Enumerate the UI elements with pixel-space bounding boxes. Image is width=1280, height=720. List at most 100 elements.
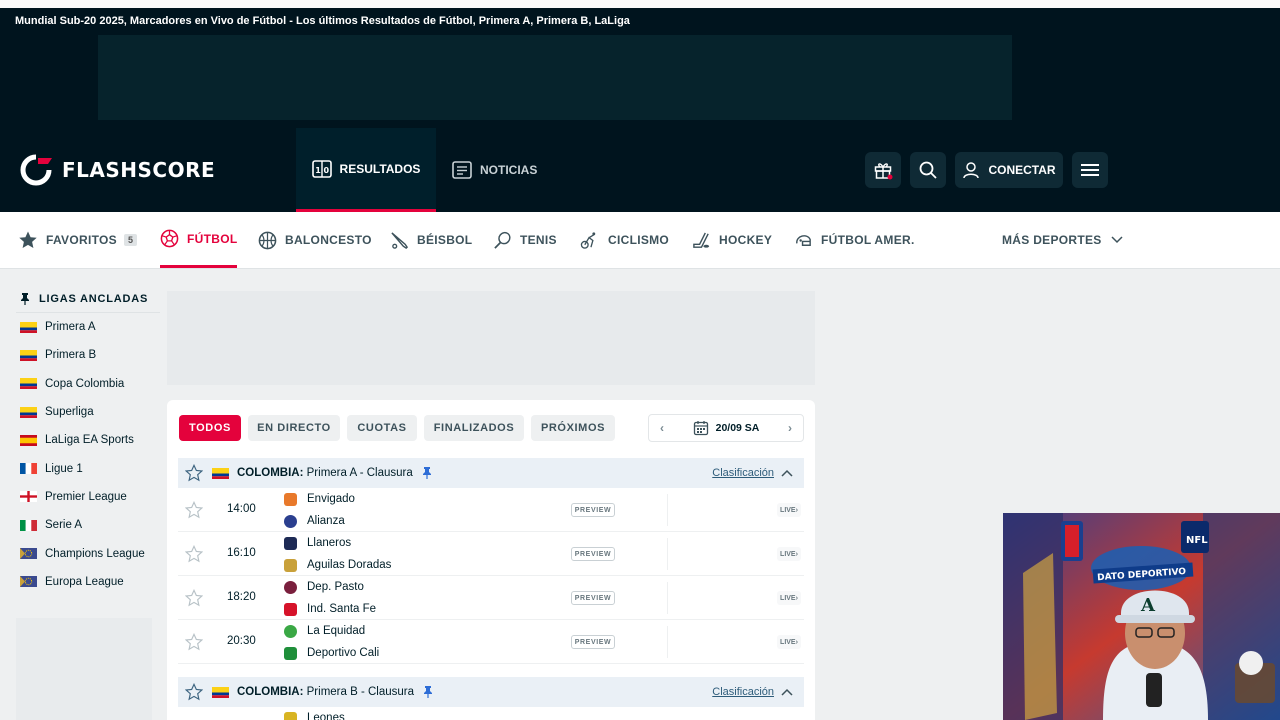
- home-team: Envigado: [284, 490, 355, 508]
- sport-baloncesto-label: BALONCESTO: [285, 233, 372, 247]
- divider: [667, 626, 668, 658]
- sport-hockey[interactable]: HOCKEY: [692, 212, 772, 268]
- tab-resultados[interactable]: 1 0 RESULTADOS: [296, 128, 436, 212]
- filter-proximos[interactable]: PRÓXIMOS: [531, 415, 615, 441]
- sidebar-league-premier-league[interactable]: Premier League: [16, 483, 160, 511]
- site-header: FLASHSCORE 1 0 RESULTADOS NOTICIAS CONEC…: [0, 128, 1280, 212]
- sport-tenis[interactable]: TENIS: [493, 212, 557, 268]
- match-time: 18:20: [227, 591, 256, 603]
- sport-favoritos[interactable]: FAVORITOS 5: [18, 212, 138, 268]
- sport-futbol-americano[interactable]: FÚTBOL AMER.: [794, 212, 915, 268]
- chevron-up-icon[interactable]: [780, 686, 794, 698]
- sidebar-league-champions-league[interactable]: Champions League: [16, 539, 160, 567]
- league-header-primera-b[interactable]: COLOMBIA: Primera B - Clausura Clasifica…: [178, 677, 804, 707]
- colombia-flag-icon: [20, 349, 37, 361]
- preview-button[interactable]: PREVIEW: [571, 635, 615, 649]
- league-label: Ligue 1: [45, 462, 83, 475]
- webcam-overlay: NFL DATO DEPORTIVO A: [1003, 513, 1280, 720]
- live-stream-button[interactable]: LIVE ›: [777, 635, 801, 649]
- star-outline-icon[interactable]: [185, 545, 203, 563]
- standings-link[interactable]: Clasificación: [712, 686, 774, 698]
- league-label: Champions League: [45, 547, 145, 560]
- football-helmet-icon: [796, 234, 811, 246]
- baseball-bat-icon: [391, 231, 409, 249]
- team-crest-icon: [284, 711, 297, 720]
- filter-finalizados[interactable]: FINALIZADOS: [424, 415, 524, 441]
- spain-flag-icon: [20, 434, 37, 446]
- preview-button[interactable]: PREVIEW: [571, 503, 615, 517]
- star-outline-icon[interactable]: [185, 633, 203, 651]
- match-time: 16:10: [227, 547, 256, 559]
- filter-cuotas[interactable]: CUOTAS: [347, 415, 417, 441]
- calendar-button[interactable]: 20/09 SA: [675, 420, 777, 436]
- sidebar-league-copa-colombia[interactable]: Copa Colombia: [16, 370, 160, 398]
- team-crest-icon: [284, 492, 297, 506]
- sidebar-league-europa-league[interactable]: Europa League: [16, 568, 160, 596]
- filter-todos[interactable]: TODOS: [179, 415, 241, 441]
- star-outline-icon[interactable]: [185, 683, 203, 701]
- live-label: LIVE: [780, 506, 796, 514]
- search-icon: [919, 161, 937, 179]
- results-panel: TODOS EN DIRECTO CUOTAS FINALIZADOS PRÓX…: [167, 400, 815, 720]
- search-button[interactable]: [910, 152, 946, 188]
- tab-noticias[interactable]: NOTICIAS: [452, 128, 562, 212]
- match-row[interactable]: 20:30 La Equidad Deportivo Cali PREVIEW …: [178, 620, 804, 664]
- away-team: Ind. Santa Fe: [284, 600, 376, 618]
- flashscore-logo[interactable]: FLASHSCORE: [20, 154, 215, 186]
- svg-text:NFL: NFL: [1186, 535, 1208, 546]
- pin-icon[interactable]: [422, 466, 432, 480]
- next-day-button[interactable]: ›: [777, 421, 803, 435]
- sidebar-league-serie-a[interactable]: Serie A: [16, 511, 160, 539]
- login-button[interactable]: CONECTAR: [955, 152, 1063, 188]
- colombia-flag-icon: [212, 686, 229, 698]
- team-crest-icon: [284, 646, 297, 660]
- sport-ciclismo[interactable]: CICLISMO: [580, 212, 669, 268]
- pin-icon[interactable]: [423, 685, 433, 699]
- star-outline-icon[interactable]: [185, 589, 203, 607]
- menu-button[interactable]: [1072, 152, 1108, 188]
- live-stream-button[interactable]: LIVE ›: [777, 547, 801, 561]
- team-crest-icon: [284, 536, 297, 550]
- sport-beisbol-label: BÉISBOL: [417, 233, 473, 247]
- preview-button[interactable]: PREVIEW: [571, 547, 615, 561]
- standings-link[interactable]: Clasificación: [712, 467, 774, 479]
- league-label: Copa Colombia: [45, 377, 125, 390]
- sport-baloncesto[interactable]: BALONCESTO: [258, 212, 372, 268]
- sidebar-league-primera-b[interactable]: Primera B: [16, 341, 160, 369]
- sport-futbol[interactable]: FÚTBOL: [160, 212, 238, 268]
- match-row[interactable]: 18:20 Dep. Pasto Ind. Santa Fe PREVIEW L…: [178, 576, 804, 620]
- news-icon: [452, 161, 472, 179]
- match-time: 20:30: [227, 635, 256, 647]
- ad-banner-top: [98, 35, 1012, 120]
- login-label: CONECTAR: [988, 163, 1056, 177]
- away-team: Aguilas Doradas: [284, 556, 391, 574]
- sidebar-league-primera-a[interactable]: Primera A: [16, 313, 160, 341]
- preview-button[interactable]: PREVIEW: [571, 591, 615, 605]
- sport-mas-deportes[interactable]: MÁS DEPORTES: [1002, 212, 1124, 268]
- gift-button[interactable]: [865, 152, 901, 188]
- match-row[interactable]: 16:10 Llaneros Aguilas Doradas PREVIEW L…: [178, 532, 804, 576]
- match-row[interactable]: Leones: [178, 707, 804, 720]
- prev-day-button[interactable]: ‹: [649, 421, 675, 435]
- sidebar-league-laliga[interactable]: LaLiga EA Sports: [16, 426, 160, 454]
- chevron-up-icon[interactable]: [780, 467, 794, 479]
- basketball-icon: [258, 231, 277, 249]
- star-outline-icon[interactable]: [185, 501, 203, 519]
- match-row[interactable]: 14:00 Envigado Alianza PREVIEW LIVE ›: [178, 488, 804, 532]
- league-name: Primera B - Clausura: [306, 686, 415, 698]
- sidebar-league-ligue-1[interactable]: Ligue 1: [16, 454, 160, 482]
- divider: [667, 494, 668, 526]
- live-stream-button[interactable]: LIVE ›: [777, 503, 801, 517]
- star-outline-icon[interactable]: [185, 464, 203, 482]
- filter-en-directo[interactable]: EN DIRECTO: [248, 415, 340, 441]
- live-stream-button[interactable]: LIVE ›: [777, 591, 801, 605]
- svg-text:0: 0: [323, 166, 329, 175]
- home-team: Llaneros: [284, 534, 351, 552]
- team-crest-icon: [284, 624, 297, 638]
- league-label: Superliga: [45, 406, 94, 419]
- sport-ciclismo-label: CICLISMO: [608, 233, 670, 247]
- team-name: Ind. Santa Fe: [307, 603, 377, 615]
- sidebar-league-superliga[interactable]: Superliga: [16, 398, 160, 426]
- sport-beisbol[interactable]: BÉISBOL: [390, 212, 472, 268]
- league-header-primera-a[interactable]: COLOMBIA: Primera A - Clausura Clasifica…: [178, 458, 804, 488]
